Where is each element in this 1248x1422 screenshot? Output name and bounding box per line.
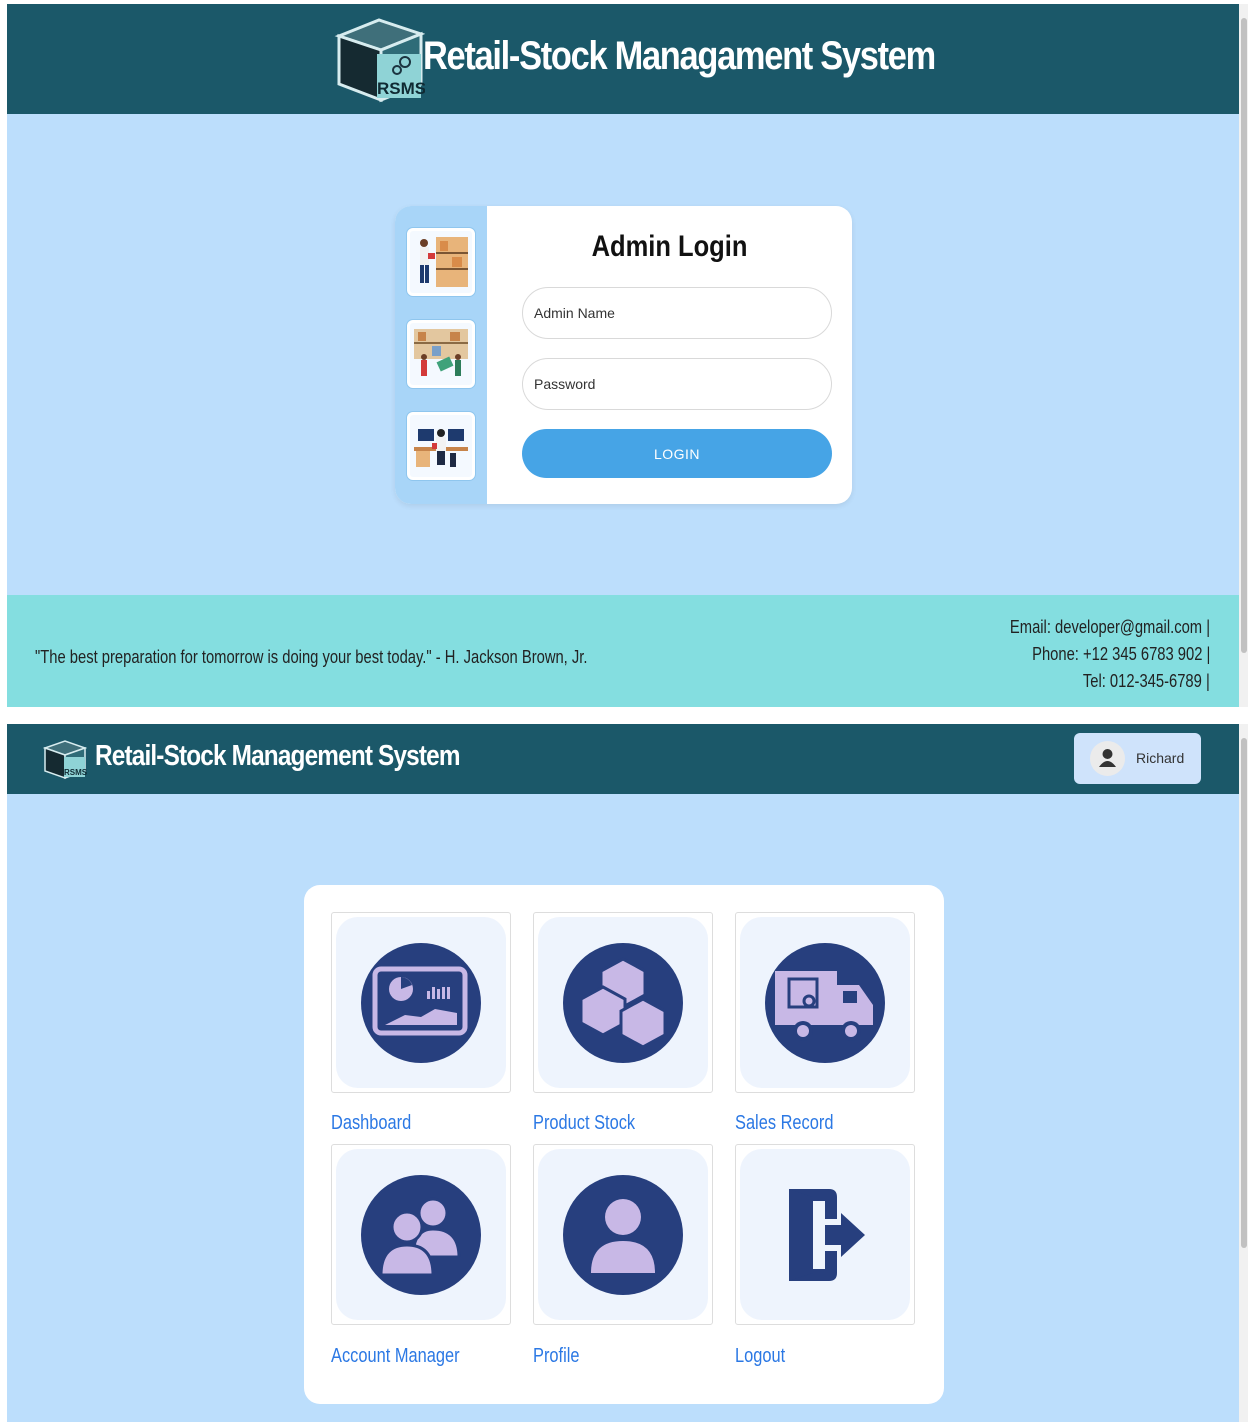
logo-text: RSMS xyxy=(64,768,87,777)
menu-screen: RSMS Retail-Stock Management System Rich… xyxy=(7,724,1239,1422)
product-stock-link[interactable]: Product Stock xyxy=(533,1112,635,1135)
footer-quote: "The best preparation for tomorrow is do… xyxy=(35,647,588,667)
delivery-truck-icon xyxy=(765,943,885,1063)
sales-record-tile[interactable] xyxy=(735,912,915,1093)
rsms-logo-icon: RSMS xyxy=(334,18,425,103)
app-title: Retail-Stock Managament System xyxy=(423,34,936,78)
app-title: Retail-Stock Management System xyxy=(95,740,461,772)
logout-door-icon xyxy=(789,1189,865,1281)
menu-scrollbar-thumb[interactable] xyxy=(1241,738,1247,1248)
sales-record-link[interactable]: Sales Record xyxy=(735,1112,833,1135)
logo-text: RSMS xyxy=(377,79,425,98)
dashboard-tile[interactable] xyxy=(331,912,511,1093)
account-manager-link[interactable]: Account Manager xyxy=(331,1345,460,1368)
user-name: Richard xyxy=(1136,750,1185,766)
profile-tile[interactable] xyxy=(533,1144,713,1325)
admin-name-input[interactable] xyxy=(522,287,832,339)
login-button[interactable]: LOGIN xyxy=(522,429,832,478)
logout-tile[interactable] xyxy=(735,1144,915,1325)
login-card: Admin Login LOGIN xyxy=(395,206,852,504)
menu-card: Dashboard Product Stock Sales Record Acc… xyxy=(304,885,944,1404)
login-illustration-strip xyxy=(395,206,487,504)
warehouse-workers-illustration xyxy=(407,320,475,388)
profile-link[interactable]: Profile xyxy=(533,1345,579,1368)
login-title: Admin Login xyxy=(591,230,748,263)
menu-header: RSMS Retail-Stock Management System Rich… xyxy=(7,724,1239,794)
dashboard-link[interactable]: Dashboard xyxy=(331,1112,411,1135)
product-stock-tile[interactable] xyxy=(533,912,713,1093)
warehouse-shelf-illustration xyxy=(407,228,475,296)
logout-link[interactable]: Logout xyxy=(735,1345,785,1368)
user-menu-button[interactable]: Richard xyxy=(1074,733,1201,784)
footer-tel: Tel: 012-345-6789 | xyxy=(1083,671,1210,691)
office-worker-illustration xyxy=(407,412,475,480)
user-icon xyxy=(563,1175,683,1295)
users-icon xyxy=(361,1175,481,1295)
rsms-logo-icon: RSMS xyxy=(43,740,87,780)
footer-phone: Phone: +12 345 6783 902 | xyxy=(1031,644,1210,664)
login-header: RSMS Retail-Stock Managament System xyxy=(7,4,1239,114)
dashboard-icon xyxy=(361,943,481,1063)
login-footer: "The best preparation for tomorrow is do… xyxy=(7,595,1239,707)
login-screen: RSMS Retail-Stock Managament System Admi… xyxy=(7,4,1239,707)
account-manager-tile[interactable] xyxy=(331,1144,511,1325)
user-avatar-icon xyxy=(1090,741,1125,776)
boxes-icon xyxy=(563,943,683,1063)
password-input[interactable] xyxy=(522,358,832,410)
login-scrollbar-thumb[interactable] xyxy=(1241,18,1247,653)
footer-email: Email: developer@gmail.com | xyxy=(1009,617,1210,637)
